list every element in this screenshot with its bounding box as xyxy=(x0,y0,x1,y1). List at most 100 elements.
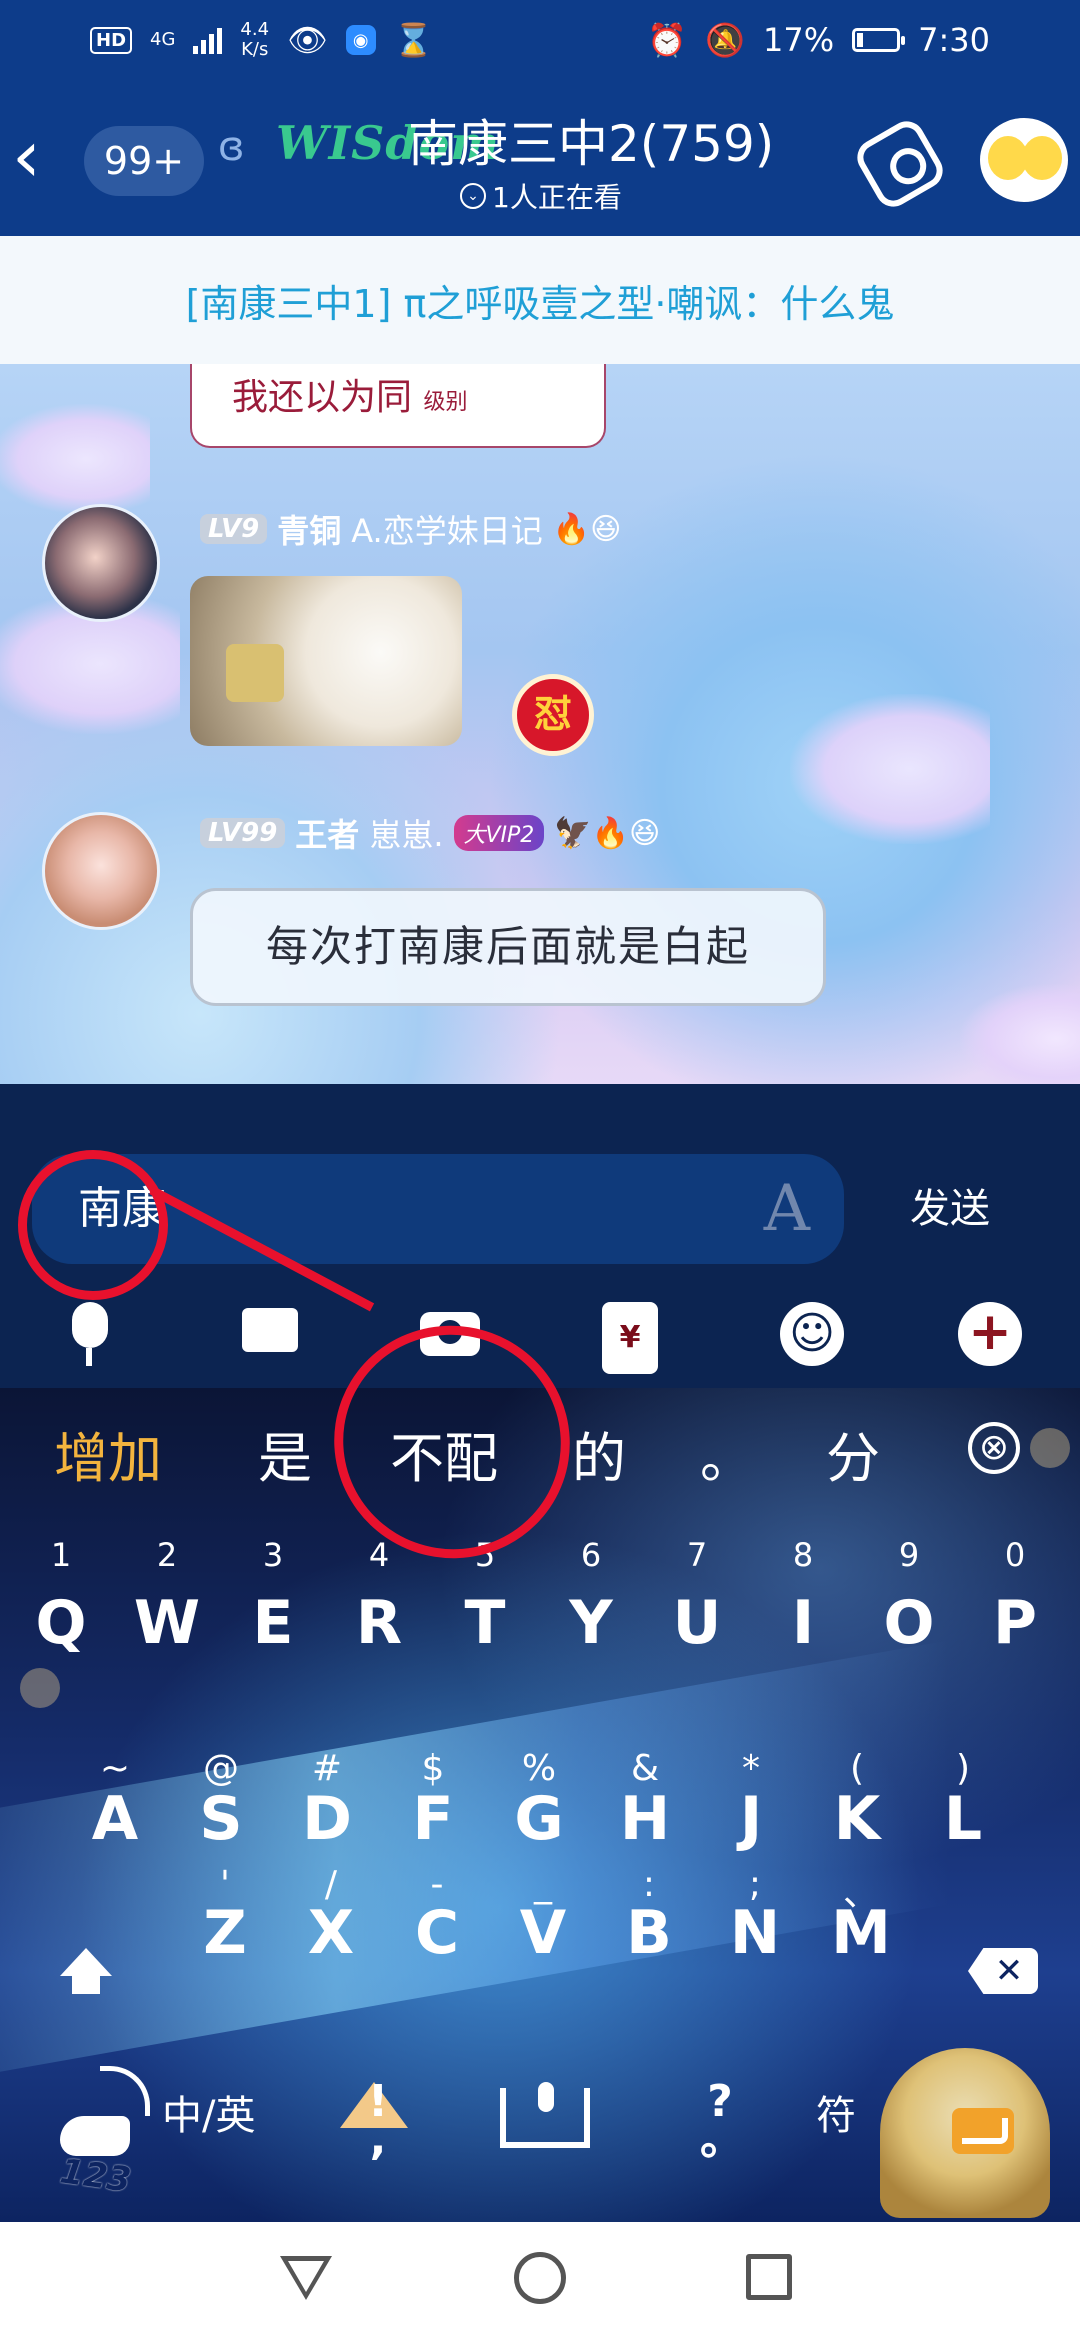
key-t[interactable]: T xyxy=(432,1588,538,1658)
deer-icon xyxy=(100,2066,150,2116)
system-navigation-bar xyxy=(0,2222,1080,2340)
status-left: HD 4G 4.4 K/s 👁 ◉ ⌛ xyxy=(90,20,434,60)
avatar[interactable] xyxy=(42,812,160,930)
key-c[interactable]: C xyxy=(384,1898,490,1968)
previous-image-text-small: 级别 xyxy=(423,390,468,415)
key-e[interactable]: E xyxy=(220,1588,326,1658)
red-packet-icon[interactable]: ¥ xyxy=(602,1302,658,1374)
ear-icon[interactable]: ɞ xyxy=(218,124,245,170)
unread-count-badge[interactable]: 99+ xyxy=(84,126,204,196)
notice-banner[interactable]: [南康三中1] π之呼吸壹之型·嘲讽：什么鬼 xyxy=(0,236,1080,364)
previous-image-text: 我还以为同 xyxy=(232,377,413,418)
avatar[interactable] xyxy=(42,504,160,622)
key-y[interactable]: Y xyxy=(538,1588,644,1658)
key-hint: ( xyxy=(849,1748,865,1789)
nav-back-icon[interactable] xyxy=(280,2256,332,2300)
nickname[interactable]: A.恋学妹日记 xyxy=(351,506,543,552)
key-i[interactable]: I xyxy=(750,1588,856,1658)
symbol-key[interactable]: 符 xyxy=(816,2083,856,2141)
chat-area[interactable]: 我还以为同 级别 LV9 青铜 A.恋学妹日记 🔥😆 怼 LV99 王者 崽崽.… xyxy=(0,364,1080,1084)
link-icon[interactable] xyxy=(850,114,950,214)
key-row-1: Q W E R T Y U I O P xyxy=(0,1588,1080,1668)
title-emoji-icons: 🦅🔥😆 xyxy=(554,815,661,851)
group-avatar[interactable] xyxy=(980,118,1068,202)
key-l[interactable]: L xyxy=(910,1784,1016,1854)
key-a[interactable]: A xyxy=(62,1784,168,1854)
send-button[interactable]: 发送 xyxy=(880,1174,1020,1244)
mute-icon: 🔕 xyxy=(705,21,746,59)
notice-text: [南康三中1] π之呼吸壹之型·嘲讽：什么鬼 xyxy=(185,281,895,326)
key-r[interactable]: R xyxy=(326,1588,432,1658)
key-m[interactable]: M xyxy=(808,1898,914,1968)
key-b[interactable]: B xyxy=(596,1898,702,1968)
battery-icon xyxy=(852,28,906,52)
question-key[interactable]: ?。 xyxy=(700,2080,744,2162)
key-hint: 7 xyxy=(686,1536,708,1574)
num-switch-key[interactable]: 123 xyxy=(40,2056,160,2206)
network-speed: 4.4 K/s xyxy=(240,20,269,60)
key-hint: 3 xyxy=(262,1536,284,1574)
key-row-2: A S D F G H J K L xyxy=(0,1784,1080,1864)
punctuation-key[interactable]: !, xyxy=(358,2080,398,2162)
candidate-word[interactable]: 。 xyxy=(700,1414,754,1493)
enter-icon[interactable] xyxy=(952,2108,1014,2154)
hourglass-icon: ⌛ xyxy=(393,21,434,59)
reaction-badge[interactable]: 怼 xyxy=(512,674,594,756)
plus-icon[interactable]: + xyxy=(958,1302,1022,1366)
key-k[interactable]: K xyxy=(804,1784,910,1854)
language-switch-key[interactable]: 中/英 xyxy=(162,2083,255,2141)
key-z[interactable]: Z xyxy=(172,1898,278,1968)
key-hint: ) xyxy=(955,1748,971,1789)
back-button[interactable]: ‹ xyxy=(12,120,72,200)
decor-fish xyxy=(960,984,1080,1084)
key-n[interactable]: N xyxy=(702,1898,808,1968)
key-w[interactable]: W xyxy=(114,1588,220,1658)
nickname[interactable]: 崽崽. xyxy=(369,810,443,856)
light-decor xyxy=(20,1668,60,1708)
clock: 7:30 xyxy=(918,21,990,59)
voice-icon[interactable] xyxy=(58,1302,122,1366)
alarm-icon: ⏰ xyxy=(647,21,688,59)
key-p[interactable]: P xyxy=(962,1588,1068,1658)
key-h[interactable]: H xyxy=(592,1784,698,1854)
text-message[interactable]: 每次打南康后面就是白起 xyxy=(190,888,826,1006)
decor-fish xyxy=(790,694,990,844)
sticker-message[interactable] xyxy=(190,576,462,746)
key-hint: @ xyxy=(203,1748,239,1789)
emoji-icon[interactable]: ☺ xyxy=(780,1302,844,1366)
message-meta: LV99 王者 崽崽. 大VIP2 🦅🔥😆 xyxy=(200,810,660,856)
viewer-count: ⌄ 1人正在看 xyxy=(460,176,622,216)
key-u[interactable]: U xyxy=(644,1588,750,1658)
eye-icon: 👁 xyxy=(287,21,328,59)
candidate-word[interactable]: 是 xyxy=(258,1414,312,1493)
key-d[interactable]: D xyxy=(274,1784,380,1854)
candidate-word[interactable]: 的 xyxy=(572,1414,626,1493)
candidate-word[interactable]: 分 xyxy=(826,1414,880,1493)
key-f[interactable]: F xyxy=(380,1784,486,1854)
key-j[interactable]: J xyxy=(698,1784,804,1854)
decor-fish xyxy=(0,404,150,514)
level-badge: LV99 xyxy=(200,818,286,848)
shift-icon[interactable] xyxy=(56,1948,116,2008)
key-v[interactable]: V xyxy=(490,1898,596,1968)
candidate-word[interactable]: 增加 xyxy=(54,1414,162,1493)
status-right: ⏰ 🔕 17% 7:30 xyxy=(647,21,990,59)
key-q[interactable]: Q xyxy=(8,1588,114,1658)
group-title[interactable]: 南康三中2(759) xyxy=(408,104,774,176)
key-hint: 9 xyxy=(898,1536,920,1574)
vip-badge: 大VIP2 xyxy=(453,815,545,851)
space-voice-key[interactable] xyxy=(500,2082,590,2148)
key-o[interactable]: O xyxy=(856,1588,962,1658)
key-g[interactable]: G xyxy=(486,1784,592,1854)
key-s[interactable]: S xyxy=(168,1784,274,1854)
ai-text-icon[interactable]: A xyxy=(764,1174,810,1244)
nav-recents-icon[interactable] xyxy=(746,2254,792,2300)
deer-body xyxy=(60,2116,130,2156)
close-icon[interactable]: ⊗ xyxy=(968,1422,1020,1474)
previous-image-message[interactable]: 我还以为同 级别 xyxy=(190,364,606,448)
key-x[interactable]: X xyxy=(278,1898,384,1968)
nav-home-icon[interactable] xyxy=(514,2252,566,2304)
signal-icon xyxy=(193,26,223,54)
key-hint: # xyxy=(311,1748,343,1789)
key-hint: 2 xyxy=(156,1536,178,1574)
